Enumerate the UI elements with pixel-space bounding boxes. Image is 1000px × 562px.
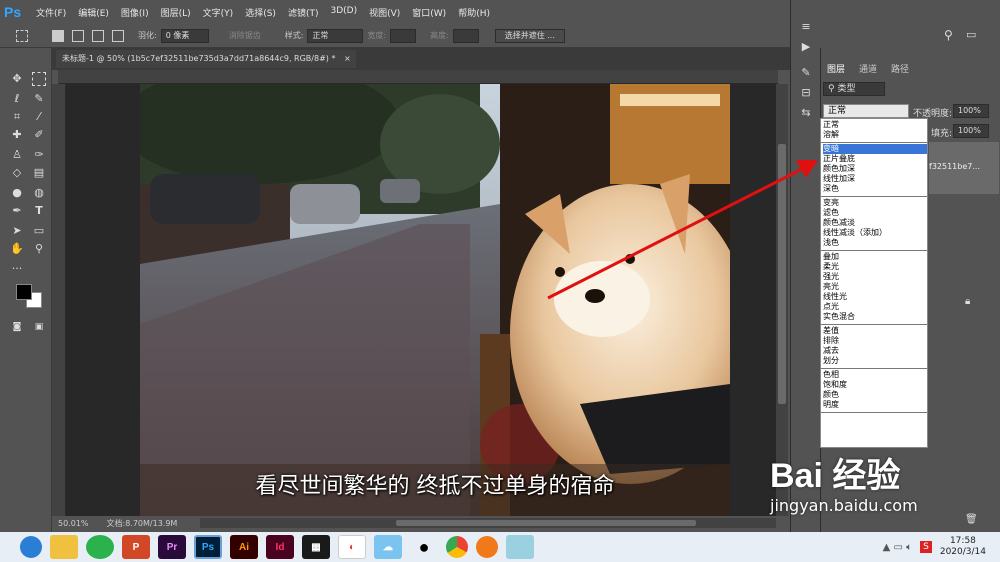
powerpoint-icon[interactable]: P	[122, 535, 150, 559]
notes-app-icon[interactable]	[506, 535, 534, 559]
watermark-url: jingyan.baidu.com	[770, 496, 918, 515]
premiere-icon[interactable]: Pr	[158, 535, 186, 559]
wechat-icon[interactable]	[86, 535, 114, 559]
drawing-app-icon[interactable]: ◐	[338, 535, 366, 559]
arrow-shaft	[547, 164, 809, 300]
clock-time: 17:58	[949, 536, 976, 546]
qq-icon[interactable]: ●	[410, 535, 438, 559]
indesign-icon[interactable]: Id	[266, 535, 294, 559]
photoshop-icon[interactable]: Ps	[194, 535, 222, 559]
taskbar: P Pr Ps Ai Id ▦ ◐ ☁ ● ▲ ▭ 🔈︎ S 17:58 202…	[0, 532, 1000, 562]
clock-date: 2020/3/14	[939, 547, 986, 557]
media-player-icon[interactable]	[476, 536, 498, 558]
input-method-icon[interactable]: S	[920, 541, 932, 553]
browser-360-icon[interactable]	[20, 536, 42, 558]
chrome-icon[interactable]	[446, 536, 468, 558]
video-editor-icon[interactable]: ▦	[302, 535, 330, 559]
system-clock[interactable]: 17:58 2020/3/14	[940, 536, 986, 558]
file-explorer-icon[interactable]	[50, 535, 78, 559]
baidu-watermark: Bai 经验 jingyan.baidu.com	[770, 456, 1000, 532]
watermark-logo: Bai 经验	[770, 457, 901, 495]
cloud-app-icon[interactable]: ☁	[374, 535, 402, 559]
tray-icons[interactable]: ▲ ▭ 🔈︎	[883, 542, 913, 553]
illustrator-icon[interactable]: Ai	[230, 535, 258, 559]
